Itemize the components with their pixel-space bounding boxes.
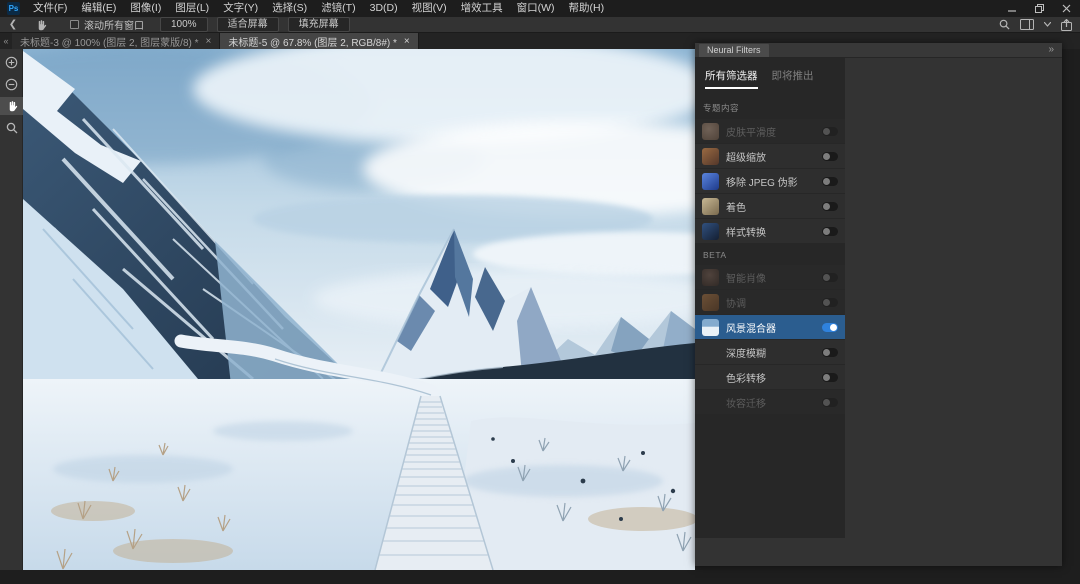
neural-filters-panel: Neural Filters » 所有筛选器 即将推出 专题内容 皮肤平滑度 超… (695, 43, 1062, 566)
filter-row-colorize[interactable]: 着色 (695, 194, 845, 218)
menu-select[interactable]: 选择(S) (265, 0, 314, 17)
fit-screen-button[interactable]: 适合屏幕 (217, 17, 279, 32)
filter-thumbnail (702, 123, 719, 140)
filter-row-super-zoom[interactable]: 超级缩放 (695, 144, 845, 168)
filter-thumbnail (702, 394, 719, 411)
toggle-off-icon[interactable] (822, 152, 838, 161)
add-selection-tool-icon[interactable] (0, 53, 23, 71)
document-tab-2[interactable]: 未标题-5 @ 67.8% (图层 2, RGB/8#) * × (220, 33, 418, 49)
filter-thumbnail (702, 269, 719, 286)
toggle-off-icon[interactable] (822, 398, 838, 407)
tab-coming-soon[interactable]: 即将推出 (772, 68, 814, 89)
toggle-off-icon[interactable] (822, 373, 838, 382)
panel-header: Neural Filters » (695, 43, 1062, 58)
chevron-down-icon[interactable] (1044, 22, 1051, 27)
featured-section-header: 专题内容 (703, 102, 837, 114)
toggle-off-icon[interactable] (822, 348, 838, 357)
toggle-off-icon[interactable] (822, 127, 838, 136)
beta-section-header: BETA (703, 250, 837, 260)
search-icon[interactable] (999, 19, 1010, 30)
filter-thumbnail (702, 148, 719, 165)
zoom-100-button[interactable]: 100% (160, 17, 208, 32)
close-icon[interactable] (1053, 0, 1080, 17)
tool-options-bar: ❮ 滚动所有窗口 100% 适合屏幕 填充屏幕 (0, 17, 1080, 33)
filter-row-jpeg-artifacts[interactable]: 移除 JPEG 伪影 (695, 169, 845, 193)
filter-thumbnail (702, 198, 719, 215)
filter-list-column: 所有筛选器 即将推出 专题内容 皮肤平滑度 超级缩放 移除 JPEG 伪影 着色… (695, 58, 845, 538)
toggle-off-icon[interactable] (822, 298, 838, 307)
filter-thumbnail (702, 319, 719, 336)
filter-thumbnail (702, 344, 719, 361)
filter-thumbnail (702, 369, 719, 386)
share-icon[interactable] (1061, 19, 1072, 31)
photoshop-logo: Ps (7, 2, 20, 15)
menu-image[interactable]: 图像(I) (123, 0, 168, 17)
scroll-all-windows-checkbox[interactable] (70, 20, 79, 29)
filter-thumbnail (702, 173, 719, 190)
panel-collapse-icon[interactable]: » (1048, 44, 1054, 55)
menu-plugins[interactable]: 增效工具 (454, 0, 510, 17)
menu-filter[interactable]: 滤镜(T) (314, 0, 362, 17)
menu-bar: Ps 文件(F) 编辑(E) 图像(I) 图层(L) 文字(Y) 选择(S) 滤… (0, 0, 1080, 17)
filter-row-harmonization[interactable]: 协调 (695, 290, 845, 314)
filter-thumbnail (702, 223, 719, 240)
filter-row-skin-smoothing[interactable]: 皮肤平滑度 (695, 119, 845, 143)
restore-icon[interactable] (1026, 0, 1053, 17)
panel-title[interactable]: Neural Filters (699, 44, 769, 57)
menu-window[interactable]: 窗口(W) (510, 0, 562, 17)
filter-label: 超级缩放 (726, 149, 822, 164)
canvas-area[interactable] (23, 49, 695, 570)
toggle-off-icon[interactable] (822, 273, 838, 282)
toggle-off-icon[interactable] (822, 202, 838, 211)
scroll-all-windows-label: 滚动所有窗口 (84, 17, 144, 32)
filter-label: 皮肤平滑度 (726, 124, 822, 139)
toggle-off-icon[interactable] (822, 177, 838, 186)
workspace-switcher-icon[interactable] (1020, 19, 1034, 30)
collapse-tools-icon[interactable]: « (0, 34, 12, 49)
menu-type[interactable]: 文字(Y) (216, 0, 265, 17)
filter-label: 移除 JPEG 伪影 (726, 174, 822, 189)
minimize-icon[interactable] (999, 0, 1026, 17)
filter-row-style-transfer[interactable]: 样式转换 (695, 219, 845, 243)
close-tab-icon[interactable]: × (206, 36, 212, 47)
neural-filter-tool-strip (0, 49, 23, 570)
filter-label: 风景混合器 (726, 320, 822, 335)
document-tab-1[interactable]: 未标题-3 @ 100% (图层 2, 图层蒙版/8) * × (12, 33, 220, 49)
canvas-image (23, 49, 695, 570)
filter-row-smart-portrait[interactable]: 智能肖像 (695, 265, 845, 289)
menu-layer[interactable]: 图层(L) (168, 0, 216, 17)
filter-label: 妆容迁移 (726, 395, 822, 410)
subtract-selection-tool-icon[interactable] (0, 75, 23, 93)
menu-help[interactable]: 帮助(H) (562, 0, 612, 17)
filter-label: 智能肖像 (726, 270, 822, 285)
hand-tool-icon (26, 19, 56, 31)
filter-row-depth-blur[interactable]: 深度模糊 (695, 340, 845, 364)
menu-file[interactable]: 文件(F) (26, 0, 74, 17)
filter-label: 着色 (726, 199, 822, 214)
filter-label: 色彩转移 (726, 370, 822, 385)
close-tab-icon[interactable]: × (404, 36, 410, 47)
menu-view[interactable]: 视图(V) (405, 0, 454, 17)
filter-row-color-transfer[interactable]: 色彩转移 (695, 365, 845, 389)
zoom-tool-icon[interactable] (0, 119, 23, 137)
hand-tool-icon[interactable] (0, 97, 23, 115)
filter-thumbnail (702, 294, 719, 311)
fill-screen-button[interactable]: 填充屏幕 (288, 17, 350, 32)
filter-row-landscape-mixer[interactable]: 风景混合器 (695, 315, 845, 339)
filter-label: 协调 (726, 295, 822, 310)
menu-edit[interactable]: 编辑(E) (74, 0, 123, 17)
toggle-off-icon[interactable] (822, 227, 838, 236)
filter-label: 深度模糊 (726, 345, 822, 360)
tool-preset-chevron-icon[interactable]: ❮ (0, 19, 26, 30)
filter-label: 样式转换 (726, 224, 822, 239)
document-tab-2-title: 未标题-5 @ 67.8% (图层 2, RGB/8#) * (228, 34, 397, 49)
filter-row-makeup-transfer[interactable]: 妆容迁移 (695, 390, 845, 414)
tab-all-filters[interactable]: 所有筛选器 (705, 68, 758, 89)
menu-3d[interactable]: 3D(D) (363, 0, 405, 17)
toggle-on-icon[interactable] (822, 323, 838, 332)
document-tab-1-title: 未标题-3 @ 100% (图层 2, 图层蒙版/8) * (20, 34, 199, 49)
